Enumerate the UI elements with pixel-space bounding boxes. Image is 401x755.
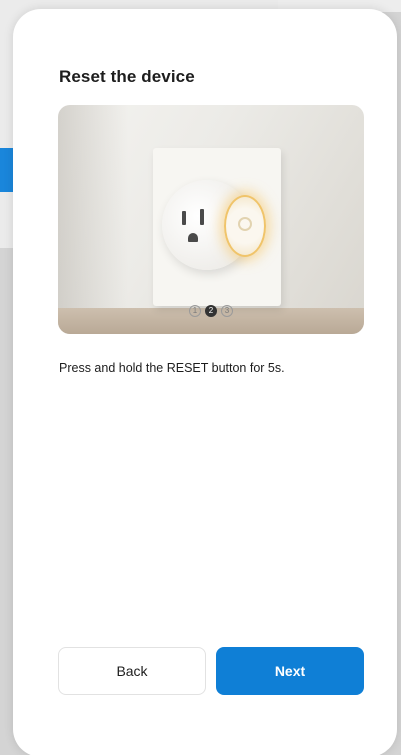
background-blue-accent <box>0 148 14 192</box>
plug-ground-hole <box>188 233 198 242</box>
reset-illustration: 1 2 3 <box>58 105 364 334</box>
reset-device-dialog: Reset the device 1 2 3 Press and hold th… <box>13 9 397 755</box>
dialog-title: Reset the device <box>59 67 195 86</box>
step-1[interactable]: 1 <box>189 305 201 317</box>
step-3[interactable]: 3 <box>221 305 233 317</box>
step-indicator: 1 2 3 <box>58 305 364 317</box>
reset-button-icon <box>238 217 252 231</box>
plug-slot-right <box>200 209 204 225</box>
instruction-text: Press and hold the RESET button for 5s. <box>59 361 285 375</box>
illustration-shadow <box>58 105 128 334</box>
plug-slot-left <box>182 211 186 225</box>
back-button[interactable]: Back <box>58 647 206 695</box>
next-button[interactable]: Next <box>216 647 364 695</box>
step-2[interactable]: 2 <box>205 305 217 317</box>
